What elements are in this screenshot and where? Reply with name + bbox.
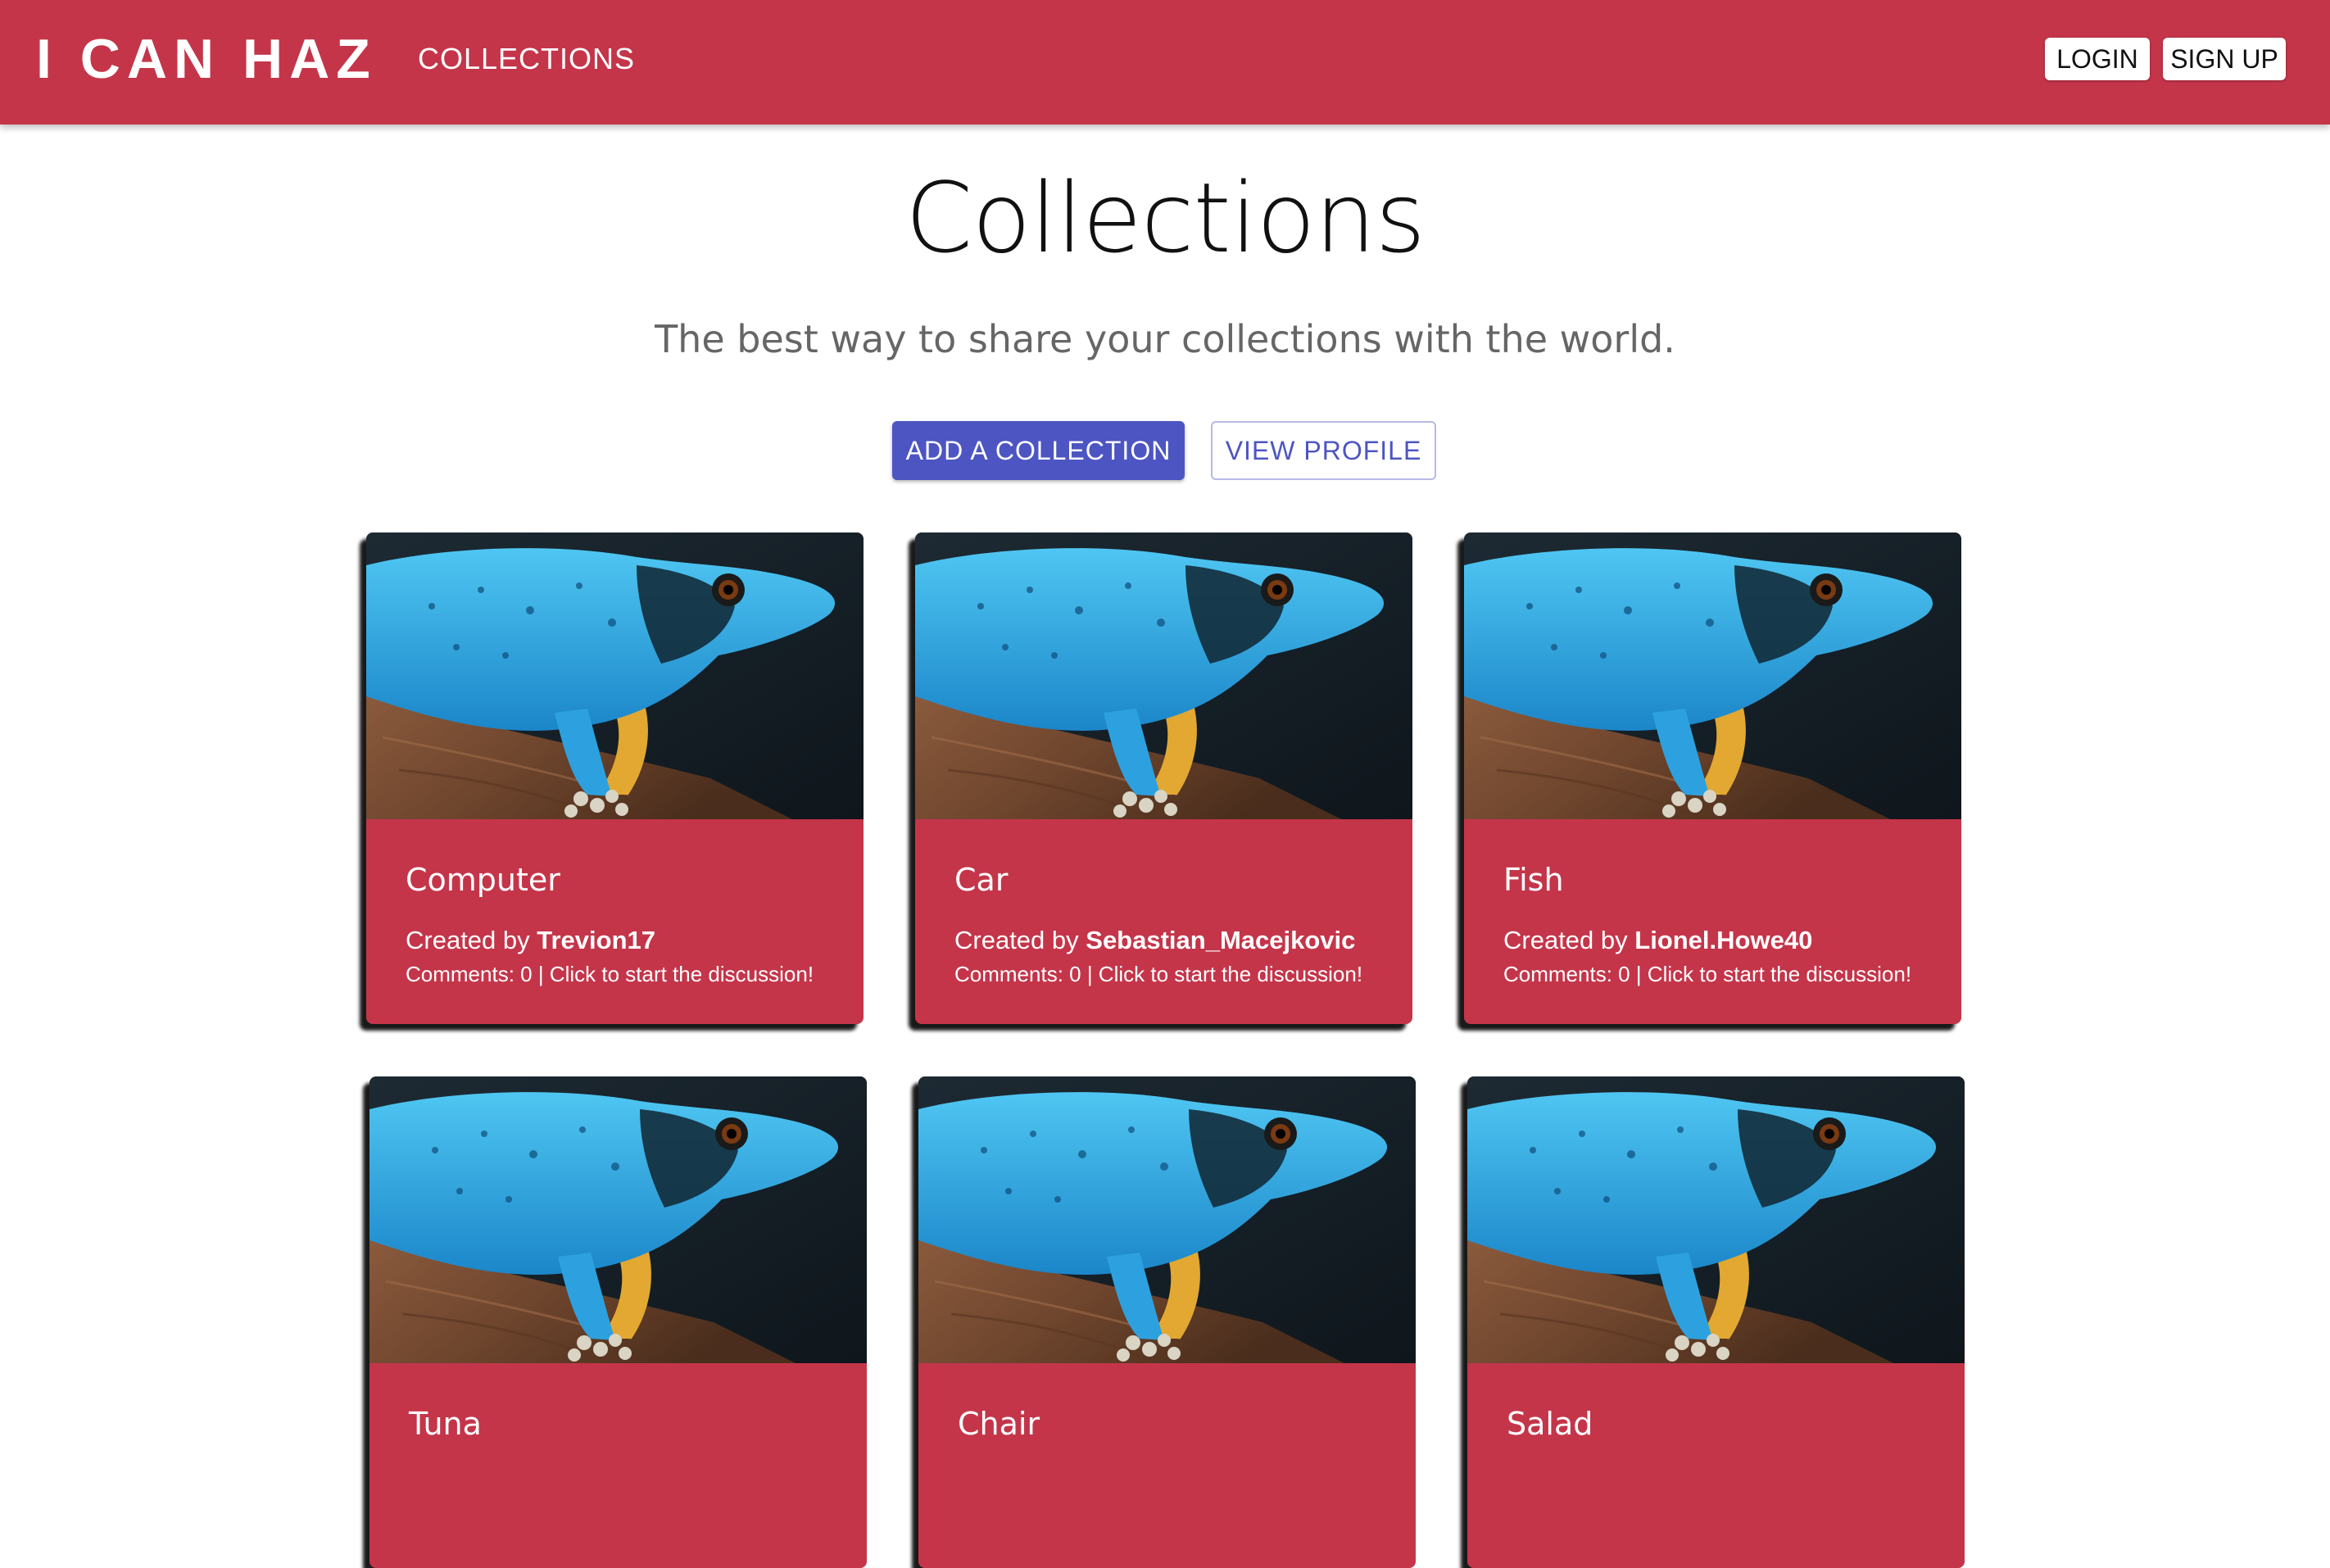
card-created-by: Created by Trevion17: [406, 924, 655, 957]
gecko-image: [915, 532, 1412, 819]
view-profile-button[interactable]: VIEW PROFILE: [1211, 421, 1436, 480]
collection-card[interactable]: Salad: [1467, 1076, 1965, 1568]
card-title: Chair: [958, 1406, 1040, 1442]
card-title: Computer: [406, 862, 560, 898]
collection-card[interactable]: Computer Created by Trevion17 Comments: …: [366, 532, 864, 1024]
add-collection-button[interactable]: ADD A COLLECTION: [892, 421, 1185, 480]
gecko-image: [366, 532, 864, 819]
created-prefix: Created by: [954, 926, 1086, 954]
card-content: Computer Created by Trevion17 Comments: …: [366, 819, 864, 1024]
card-comments[interactable]: Comments: 0 | Click to start the discuss…: [1503, 960, 1911, 988]
card-title: Car: [954, 862, 1009, 898]
collection-card[interactable]: Car Created by Sebastian_Macejkovic Comm…: [915, 532, 1412, 1024]
card-content: Fish Created by Lionel.Howe40 Comments: …: [1464, 819, 1961, 1024]
page-title: Collections: [904, 161, 1426, 274]
card-author[interactable]: Trevion17: [537, 926, 655, 954]
login-button[interactable]: LOGIN: [2045, 38, 2150, 80]
created-prefix: Created by: [1503, 926, 1635, 954]
card-content: Chair: [918, 1363, 1416, 1568]
card-author[interactable]: Sebastian_Macejkovic: [1086, 926, 1355, 954]
card-content: Tuna: [369, 1363, 867, 1568]
page-subtitle: The best way to share your collections w…: [655, 317, 1675, 361]
gecko-image: [369, 1076, 867, 1363]
card-title: Tuna: [409, 1406, 482, 1442]
card-comments[interactable]: Comments: 0 | Click to start the discuss…: [406, 960, 814, 988]
gecko-image: [918, 1076, 1416, 1363]
collection-card[interactable]: Tuna: [369, 1076, 867, 1568]
card-comments[interactable]: Comments: 0 | Click to start the discuss…: [954, 960, 1362, 988]
card-title: Fish: [1503, 862, 1564, 898]
created-prefix: Created by: [406, 926, 537, 954]
card-created-by: Created by Sebastian_Macejkovic: [954, 924, 1355, 957]
collection-card[interactable]: Fish Created by Lionel.Howe40 Comments: …: [1464, 532, 1961, 1024]
card-content: Car Created by Sebastian_Macejkovic Comm…: [915, 819, 1412, 1024]
app-bar: I CAN HAZ COLLECTIONS LOGIN SIGN UP: [0, 0, 2330, 125]
card-created-by: Created by Lionel.Howe40: [1503, 924, 1812, 957]
card-title: Salad: [1507, 1406, 1593, 1442]
gecko-image: [1467, 1076, 1965, 1363]
nav-collections-link[interactable]: COLLECTIONS: [418, 41, 635, 77]
brand-logo[interactable]: I CAN HAZ: [36, 26, 377, 92]
collection-card[interactable]: Chair: [918, 1076, 1416, 1568]
signup-button[interactable]: SIGN UP: [2163, 38, 2286, 80]
card-author[interactable]: Lionel.Howe40: [1634, 926, 1812, 954]
gecko-image: [1464, 532, 1961, 819]
card-content: Salad: [1467, 1363, 1965, 1568]
